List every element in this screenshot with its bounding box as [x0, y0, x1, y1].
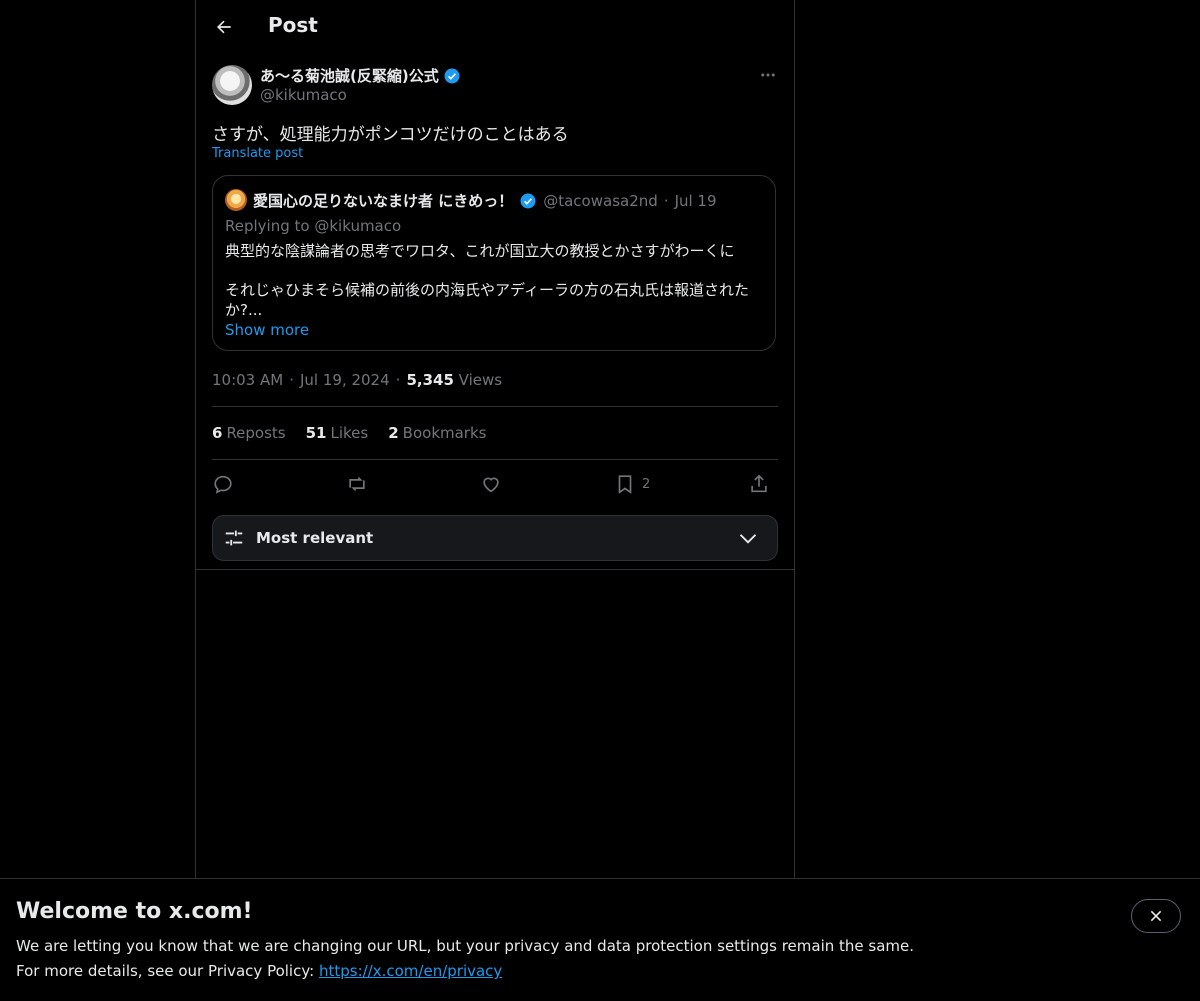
banner-message: We are letting you know that we are chan… — [16, 937, 915, 955]
meta-separator: · — [289, 371, 294, 389]
quote-separator: · — [663, 191, 669, 210]
like-button[interactable] — [480, 470, 502, 498]
share-button[interactable] — [748, 470, 770, 498]
quote-author-name: 愛国心の足りないなまけ者 にきめっ！ — [253, 192, 514, 210]
likes-stat[interactable]: 51 Likes — [306, 424, 369, 442]
quote-author-handle: @tacowasa2nd — [543, 191, 658, 210]
replying-prefix: Replying to — [225, 217, 310, 235]
quoted-post[interactable]: 愛国心の足りないなまけ者 にきめっ！ @tacowasa2nd · Jul 19… — [212, 175, 776, 351]
bookmark-icon — [618, 475, 632, 494]
banner-privacy-line: For more details, see our Privacy Policy… — [16, 962, 502, 980]
repost-button[interactable] — [346, 470, 368, 498]
close-icon — [1150, 910, 1162, 922]
repost-icon — [349, 476, 365, 492]
views: 5,345 Views — [406, 371, 502, 389]
reply-icon — [214, 475, 232, 494]
reposts-count: 6 — [212, 424, 223, 442]
reposts-label: Reposts — [226, 424, 286, 442]
bookmarks-count: 2 — [388, 424, 399, 442]
privacy-policy-link[interactable]: https://x.com/en/privacy — [319, 962, 502, 980]
sort-replies-dropdown[interactable]: Most relevant — [212, 515, 778, 561]
bookmark-count: 2 — [642, 476, 651, 492]
likes-count: 51 — [305, 424, 327, 442]
main-column: Post あ〜る菊池誠(反緊縮)公式 @kikumaco さすが、処理能力がポン… — [195, 0, 795, 878]
bookmark-button[interactable]: 2 — [614, 470, 650, 498]
share-icon — [751, 474, 767, 493]
verified-badge-icon — [444, 68, 460, 83]
translate-post-link[interactable]: Translate post — [212, 146, 303, 161]
sort-label: Most relevant — [256, 529, 374, 547]
verified-badge-icon — [520, 193, 536, 208]
reposts-stat[interactable]: 6 Reposts — [212, 424, 286, 442]
divider — [212, 406, 778, 407]
welcome-banner: Welcome to x.com! We are letting you kno… — [0, 878, 1200, 1001]
divider — [196, 569, 794, 570]
divider — [212, 459, 778, 460]
action-bar: 2 — [212, 470, 778, 498]
post-time[interactable]: 10:03 AM — [212, 371, 283, 389]
more-options-button[interactable] — [752, 64, 784, 86]
sliders-icon — [225, 530, 243, 546]
more-horizontal-icon — [761, 73, 775, 77]
back-button[interactable] — [210, 13, 238, 41]
chevron-down-icon — [739, 534, 757, 544]
avatar[interactable] — [212, 65, 252, 105]
engagement-stats: 6 Reposts 51 Likes 2 Bookmarks — [212, 424, 486, 442]
meta-separator: · — [395, 371, 401, 389]
likes-label: Likes — [330, 424, 369, 442]
show-more-link[interactable]: Show more — [225, 321, 309, 339]
quote-avatar — [225, 189, 247, 211]
page-title: Post — [268, 13, 318, 37]
author-name-text: あ〜る菊池誠(反緊縮)公式 — [260, 67, 439, 85]
arrow-left-icon — [217, 20, 231, 34]
post-date[interactable]: Jul 19, 2024 — [300, 371, 390, 389]
banner-title: Welcome to x.com! — [16, 899, 253, 924]
quote-date: Jul 19 — [674, 191, 717, 210]
quote-replying-to: Replying to @kikumaco — [225, 217, 401, 235]
bookmarks-label: Bookmarks — [402, 424, 487, 442]
bookmarks-stat[interactable]: 2 Bookmarks — [388, 424, 486, 442]
post-meta: 10:03 AM · Jul 19, 2024 · 5,345 Views — [212, 371, 502, 389]
like-icon — [483, 477, 499, 493]
author-name[interactable]: あ〜る菊池誠(反緊縮)公式 — [260, 65, 461, 86]
reply-button[interactable] — [212, 470, 234, 498]
replying-handle[interactable]: @kikumaco — [314, 217, 401, 235]
page-header: Post — [196, 0, 794, 54]
quote-text-line1: 典型的な陰謀論者の思考でワロタ、これが国立大の教授とかさすがわーくに — [225, 242, 735, 260]
views-count: 5,345 — [406, 371, 454, 389]
author-handle[interactable]: @kikumaco — [260, 86, 347, 104]
views-label: Views — [458, 371, 503, 389]
close-banner-button[interactable] — [1131, 899, 1181, 933]
quote-text-line2: それじゃひまそら候補の前後の内海氏やアディーラの方の石丸氏は報道されたか?... — [225, 281, 749, 319]
banner-privacy-prefix: For more details, see our Privacy Policy… — [16, 962, 315, 980]
quote-header: 愛国心の足りないなまけ者 にきめっ！ @tacowasa2nd · Jul 19 — [253, 190, 717, 211]
post-text: さすが、処理能力がポンコツだけのことはある — [212, 125, 569, 145]
